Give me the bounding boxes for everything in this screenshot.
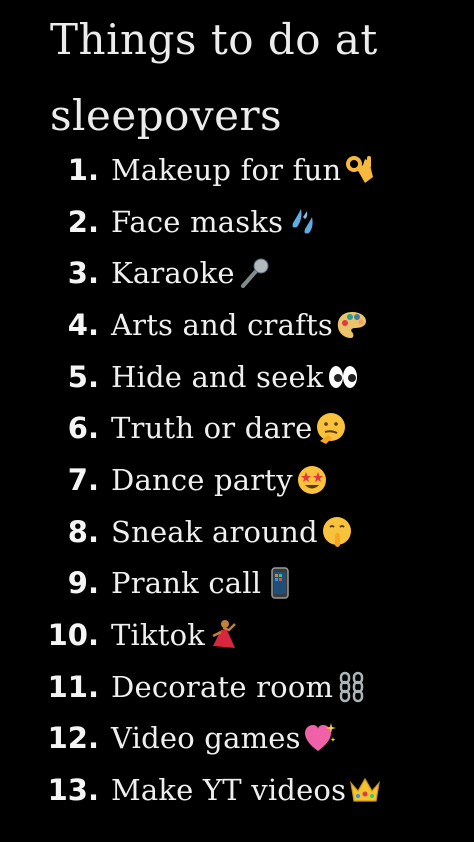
item-number: 8. bbox=[67, 514, 99, 549]
item-label: Prank call bbox=[111, 566, 262, 601]
sweat-droplets-icon bbox=[285, 205, 319, 239]
artist-palette-icon bbox=[335, 308, 369, 342]
item-label: Face masks bbox=[111, 204, 284, 239]
item-label: Tiktok bbox=[111, 618, 206, 653]
item-number: 6. bbox=[67, 411, 99, 446]
list-item: 9. Prank call bbox=[0, 558, 474, 610]
ok-hand-icon bbox=[343, 153, 377, 187]
item-number: 9. bbox=[67, 566, 99, 601]
crown-icon bbox=[348, 773, 382, 807]
list-item: 5. Hide and seek bbox=[0, 351, 474, 403]
list-item: 3. Karaoke bbox=[0, 247, 474, 299]
list-item: 11. Decorate room bbox=[0, 661, 474, 713]
microphone-icon bbox=[237, 256, 271, 290]
item-label: Dance party bbox=[111, 462, 293, 497]
item-number: 2. bbox=[67, 204, 99, 239]
item-label: Makeup for fun bbox=[111, 152, 342, 187]
item-label: Arts and crafts bbox=[111, 307, 333, 342]
item-label: Karaoke bbox=[111, 256, 235, 291]
item-number: 3. bbox=[67, 256, 99, 291]
sparkling-heart-icon bbox=[303, 721, 337, 755]
item-number: 13. bbox=[47, 773, 99, 808]
list-item: 8. Sneak around bbox=[0, 506, 474, 558]
list-item: 1. Makeup for fun bbox=[0, 144, 474, 196]
list-item: 12. Video games bbox=[0, 713, 474, 765]
item-label: Make YT videos bbox=[111, 773, 347, 808]
item-number: 4. bbox=[67, 307, 99, 342]
list-item: 7. Dance party bbox=[0, 454, 474, 506]
page-title: Things to do at sleepovers bbox=[50, 15, 378, 140]
list-item: 2. Face masks bbox=[0, 196, 474, 248]
dancer-icon bbox=[207, 618, 241, 652]
list-item: 13. Make YT videos bbox=[0, 764, 474, 816]
shushing-face-icon bbox=[320, 515, 354, 549]
eyes-icon bbox=[326, 360, 360, 394]
thinking-face-icon bbox=[314, 411, 348, 445]
list-item: 4. Arts and crafts bbox=[0, 299, 474, 351]
item-number: 7. bbox=[67, 462, 99, 497]
item-number: 10. bbox=[47, 618, 99, 653]
activity-list: 1. Makeup for fun 2. Face masks 3. Karao… bbox=[0, 144, 474, 816]
sleepover-list-screen: Things to do at sleepovers 1. Makeup for… bbox=[0, 0, 474, 842]
item-number: 12. bbox=[47, 721, 99, 756]
item-label: Sneak around bbox=[111, 514, 318, 549]
item-label: Decorate room bbox=[111, 669, 334, 704]
item-number: 11. bbox=[47, 669, 99, 704]
chains-icon bbox=[335, 670, 369, 704]
list-item: 10. Tiktok bbox=[0, 609, 474, 661]
list-item: 6. Truth or dare bbox=[0, 402, 474, 454]
mobile-phone-icon bbox=[263, 566, 297, 600]
item-number: 5. bbox=[67, 359, 99, 394]
star-struck-face-icon bbox=[295, 463, 329, 497]
item-number: 1. bbox=[67, 152, 99, 187]
item-label: Truth or dare bbox=[111, 411, 313, 446]
item-label: Video games bbox=[111, 721, 301, 756]
item-label: Hide and seek bbox=[111, 359, 324, 394]
